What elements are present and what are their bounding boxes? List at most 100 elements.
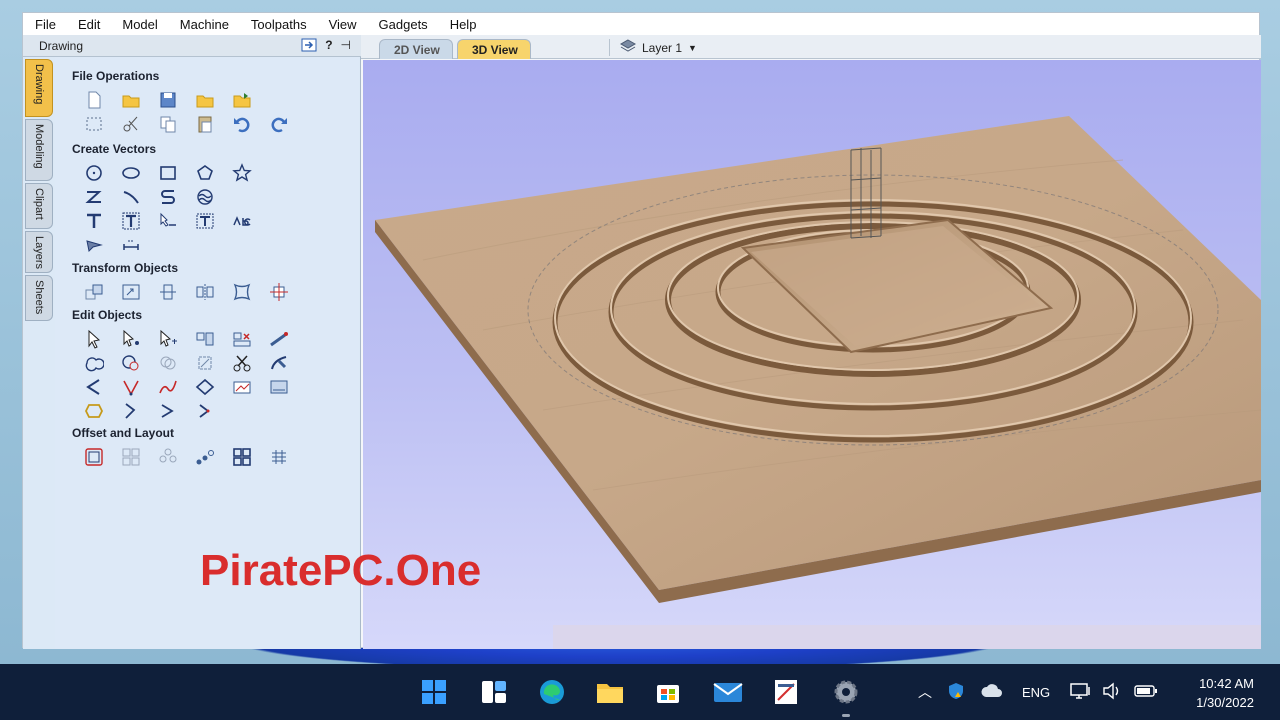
- mirror-icon[interactable]: [186, 281, 223, 303]
- corner-icon[interactable]: [149, 400, 186, 422]
- import-icon[interactable]: [223, 89, 260, 111]
- windows-start-icon[interactable]: [418, 676, 450, 708]
- smooth-curve-icon[interactable]: [149, 376, 186, 398]
- menu-toolpaths[interactable]: Toolpaths: [251, 17, 307, 32]
- copy-along-vector-icon[interactable]: [186, 446, 223, 468]
- ellipse-icon[interactable]: [112, 162, 149, 184]
- interactive-select-icon[interactable]: [186, 328, 223, 350]
- tab-2d-view[interactable]: 2D View: [379, 39, 453, 59]
- nesting-icon[interactable]: [223, 446, 260, 468]
- pin-button[interactable]: ⊣: [341, 38, 351, 55]
- chevron-up-icon[interactable]: ︿: [918, 682, 932, 702]
- image-trace-icon[interactable]: [260, 376, 297, 398]
- mail-icon[interactable]: [712, 676, 744, 708]
- fillet-icon[interactable]: [260, 352, 297, 374]
- trim-icon[interactable]: [186, 352, 223, 374]
- text-arrange-icon[interactable]: [186, 210, 223, 232]
- undo-icon[interactable]: [223, 113, 260, 135]
- widgets-icon[interactable]: [478, 676, 510, 708]
- 3d-viewport[interactable]: [363, 60, 1261, 649]
- taskbar: ︿ ENG 10:42 AM 1/30/2022: [0, 664, 1280, 720]
- menu-view[interactable]: View: [329, 17, 357, 32]
- layer-selector[interactable]: Layer 1 ▼: [609, 39, 697, 56]
- security-shield-icon[interactable]: [946, 681, 966, 704]
- extend-icon[interactable]: [112, 400, 149, 422]
- curve-icon[interactable]: [149, 186, 186, 208]
- tab-modeling[interactable]: Modeling: [25, 119, 53, 181]
- star-icon[interactable]: [223, 162, 260, 184]
- network-icon[interactable]: [1070, 682, 1092, 703]
- rectangle-icon[interactable]: [149, 162, 186, 184]
- settings-gear-icon[interactable]: [830, 676, 862, 708]
- node-edit-icon[interactable]: [112, 328, 149, 350]
- menu-model[interactable]: Model: [122, 17, 157, 32]
- select-arrow-icon[interactable]: [75, 328, 112, 350]
- copy-icon[interactable]: [149, 113, 186, 135]
- edge-browser-icon[interactable]: [536, 676, 568, 708]
- weld-icon[interactable]: [75, 352, 112, 374]
- menu-machine[interactable]: Machine: [180, 17, 229, 32]
- language-indicator[interactable]: ENG: [1022, 685, 1050, 700]
- menu-gadgets[interactable]: Gadgets: [379, 17, 428, 32]
- tab-sheets[interactable]: Sheets: [25, 275, 53, 321]
- select-all-icon[interactable]: [75, 113, 112, 135]
- polyline-icon[interactable]: [75, 186, 112, 208]
- menu-edit[interactable]: Edit: [78, 17, 100, 32]
- new-file-icon[interactable]: [75, 89, 112, 111]
- join-vectors-icon[interactable]: [223, 376, 260, 398]
- text-icon[interactable]: [75, 210, 112, 232]
- offset-icon[interactable]: [75, 446, 112, 468]
- battery-icon[interactable]: [1134, 684, 1158, 701]
- array-copy-icon[interactable]: [112, 446, 149, 468]
- onedrive-cloud-icon[interactable]: [980, 683, 1004, 702]
- transform-select-icon[interactable]: [149, 328, 186, 350]
- volume-icon[interactable]: [1102, 682, 1122, 703]
- vector-node-icon[interactable]: [112, 376, 149, 398]
- align-icon[interactable]: [260, 281, 297, 303]
- redo-icon[interactable]: [260, 113, 297, 135]
- text-box-icon[interactable]: [112, 210, 149, 232]
- dock-icon[interactable]: [301, 38, 317, 55]
- tile-icon[interactable]: [260, 446, 297, 468]
- spiral-icon[interactable]: [186, 186, 223, 208]
- menu-help[interactable]: Help: [450, 17, 477, 32]
- move-icon[interactable]: [75, 281, 112, 303]
- subtract-icon[interactable]: [112, 352, 149, 374]
- layer-name: Layer 1: [642, 40, 683, 55]
- auto-text-icon[interactable]: [223, 210, 260, 232]
- chamfer-icon[interactable]: [75, 376, 112, 398]
- save-icon[interactable]: [149, 89, 186, 111]
- paste-icon[interactable]: [186, 113, 223, 135]
- section-edit-objects: Edit Objects: [72, 308, 143, 322]
- distort-icon[interactable]: [223, 281, 260, 303]
- bezier-icon[interactable]: [186, 376, 223, 398]
- circular-array-icon[interactable]: [149, 446, 186, 468]
- circle-icon[interactable]: [75, 162, 112, 184]
- open-folder-icon[interactable]: [112, 89, 149, 111]
- help-button[interactable]: ?: [325, 38, 332, 55]
- intersect-icon[interactable]: [149, 352, 186, 374]
- tab-clipart[interactable]: Clipart: [25, 183, 53, 229]
- polygon-icon[interactable]: [186, 162, 223, 184]
- clock[interactable]: 10:42 AM 1/30/2022: [1196, 674, 1254, 712]
- snipping-tool-icon[interactable]: [770, 676, 802, 708]
- store-icon[interactable]: [652, 676, 684, 708]
- group-icon[interactable]: [223, 328, 260, 350]
- open-file-icon[interactable]: [186, 89, 223, 111]
- scissors-icon[interactable]: [223, 352, 260, 374]
- tab-layers[interactable]: Layers: [25, 231, 53, 273]
- tab-3d-view[interactable]: 3D View: [457, 39, 531, 59]
- menu-file[interactable]: File: [35, 17, 56, 32]
- dimension-icon[interactable]: [112, 234, 149, 256]
- file-explorer-icon[interactable]: [594, 676, 626, 708]
- dogbone-icon[interactable]: [186, 400, 223, 422]
- arc-icon[interactable]: [112, 186, 149, 208]
- cut-icon[interactable]: [112, 113, 149, 135]
- scale-icon[interactable]: [112, 281, 149, 303]
- close-vector-icon[interactable]: [75, 400, 112, 422]
- tab-drawing[interactable]: Drawing: [25, 59, 53, 117]
- draw-freehand-icon[interactable]: [75, 234, 112, 256]
- text-on-curve-icon[interactable]: [149, 210, 186, 232]
- rotate-icon[interactable]: [149, 281, 186, 303]
- measure-icon[interactable]: [260, 328, 297, 350]
